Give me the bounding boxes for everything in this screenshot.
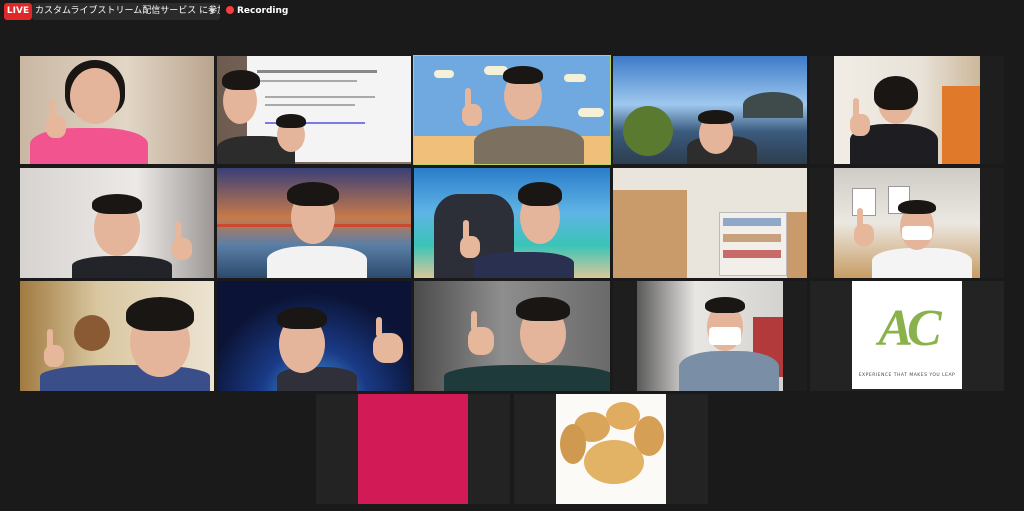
video-tile[interactable] (217, 281, 411, 391)
video-tile-potatoes[interactable] (514, 394, 708, 504)
video-tile[interactable] (613, 281, 807, 391)
recording-label: Recording (237, 6, 289, 16)
company-logo: AC EXPERIENCE THAT MAKES YOU LEAP (852, 281, 962, 389)
logo-tagline: EXPERIENCE THAT MAKES YOU LEAP (858, 373, 956, 378)
meeting-top-bar: LIVE カスタムライブストリーム配信サービス に参加中 ▼ Recording (0, 0, 1024, 24)
video-tile[interactable] (414, 281, 610, 391)
live-badge[interactable]: LIVE (4, 3, 32, 20)
chevron-down-icon[interactable]: ▼ (210, 3, 215, 20)
video-tile-logo[interactable]: AC EXPERIENCE THAT MAKES YOU LEAP (810, 281, 1004, 391)
video-tile-pink[interactable] (316, 394, 510, 504)
video-tile[interactable] (810, 168, 1004, 278)
video-tile[interactable] (613, 56, 807, 164)
video-tile[interactable] (217, 56, 411, 164)
video-tile[interactable] (20, 56, 214, 164)
video-tile[interactable] (613, 168, 807, 278)
video-tile[interactable] (217, 168, 411, 278)
video-tile[interactable] (20, 281, 214, 391)
recording-indicator[interactable]: Recording (226, 3, 288, 20)
video-tile[interactable] (20, 168, 214, 278)
record-dot-icon (226, 6, 234, 14)
video-tile[interactable] (810, 56, 1004, 164)
video-tile[interactable] (414, 168, 610, 278)
logo-letters: AC (878, 300, 941, 357)
session-title: カスタムライブストリーム配信サービス に参加中 (35, 6, 220, 16)
active-speaker-tile[interactable] (413, 55, 611, 165)
session-dropdown[interactable]: カスタムライブストリーム配信サービス に参加中 ▼ (32, 3, 220, 20)
